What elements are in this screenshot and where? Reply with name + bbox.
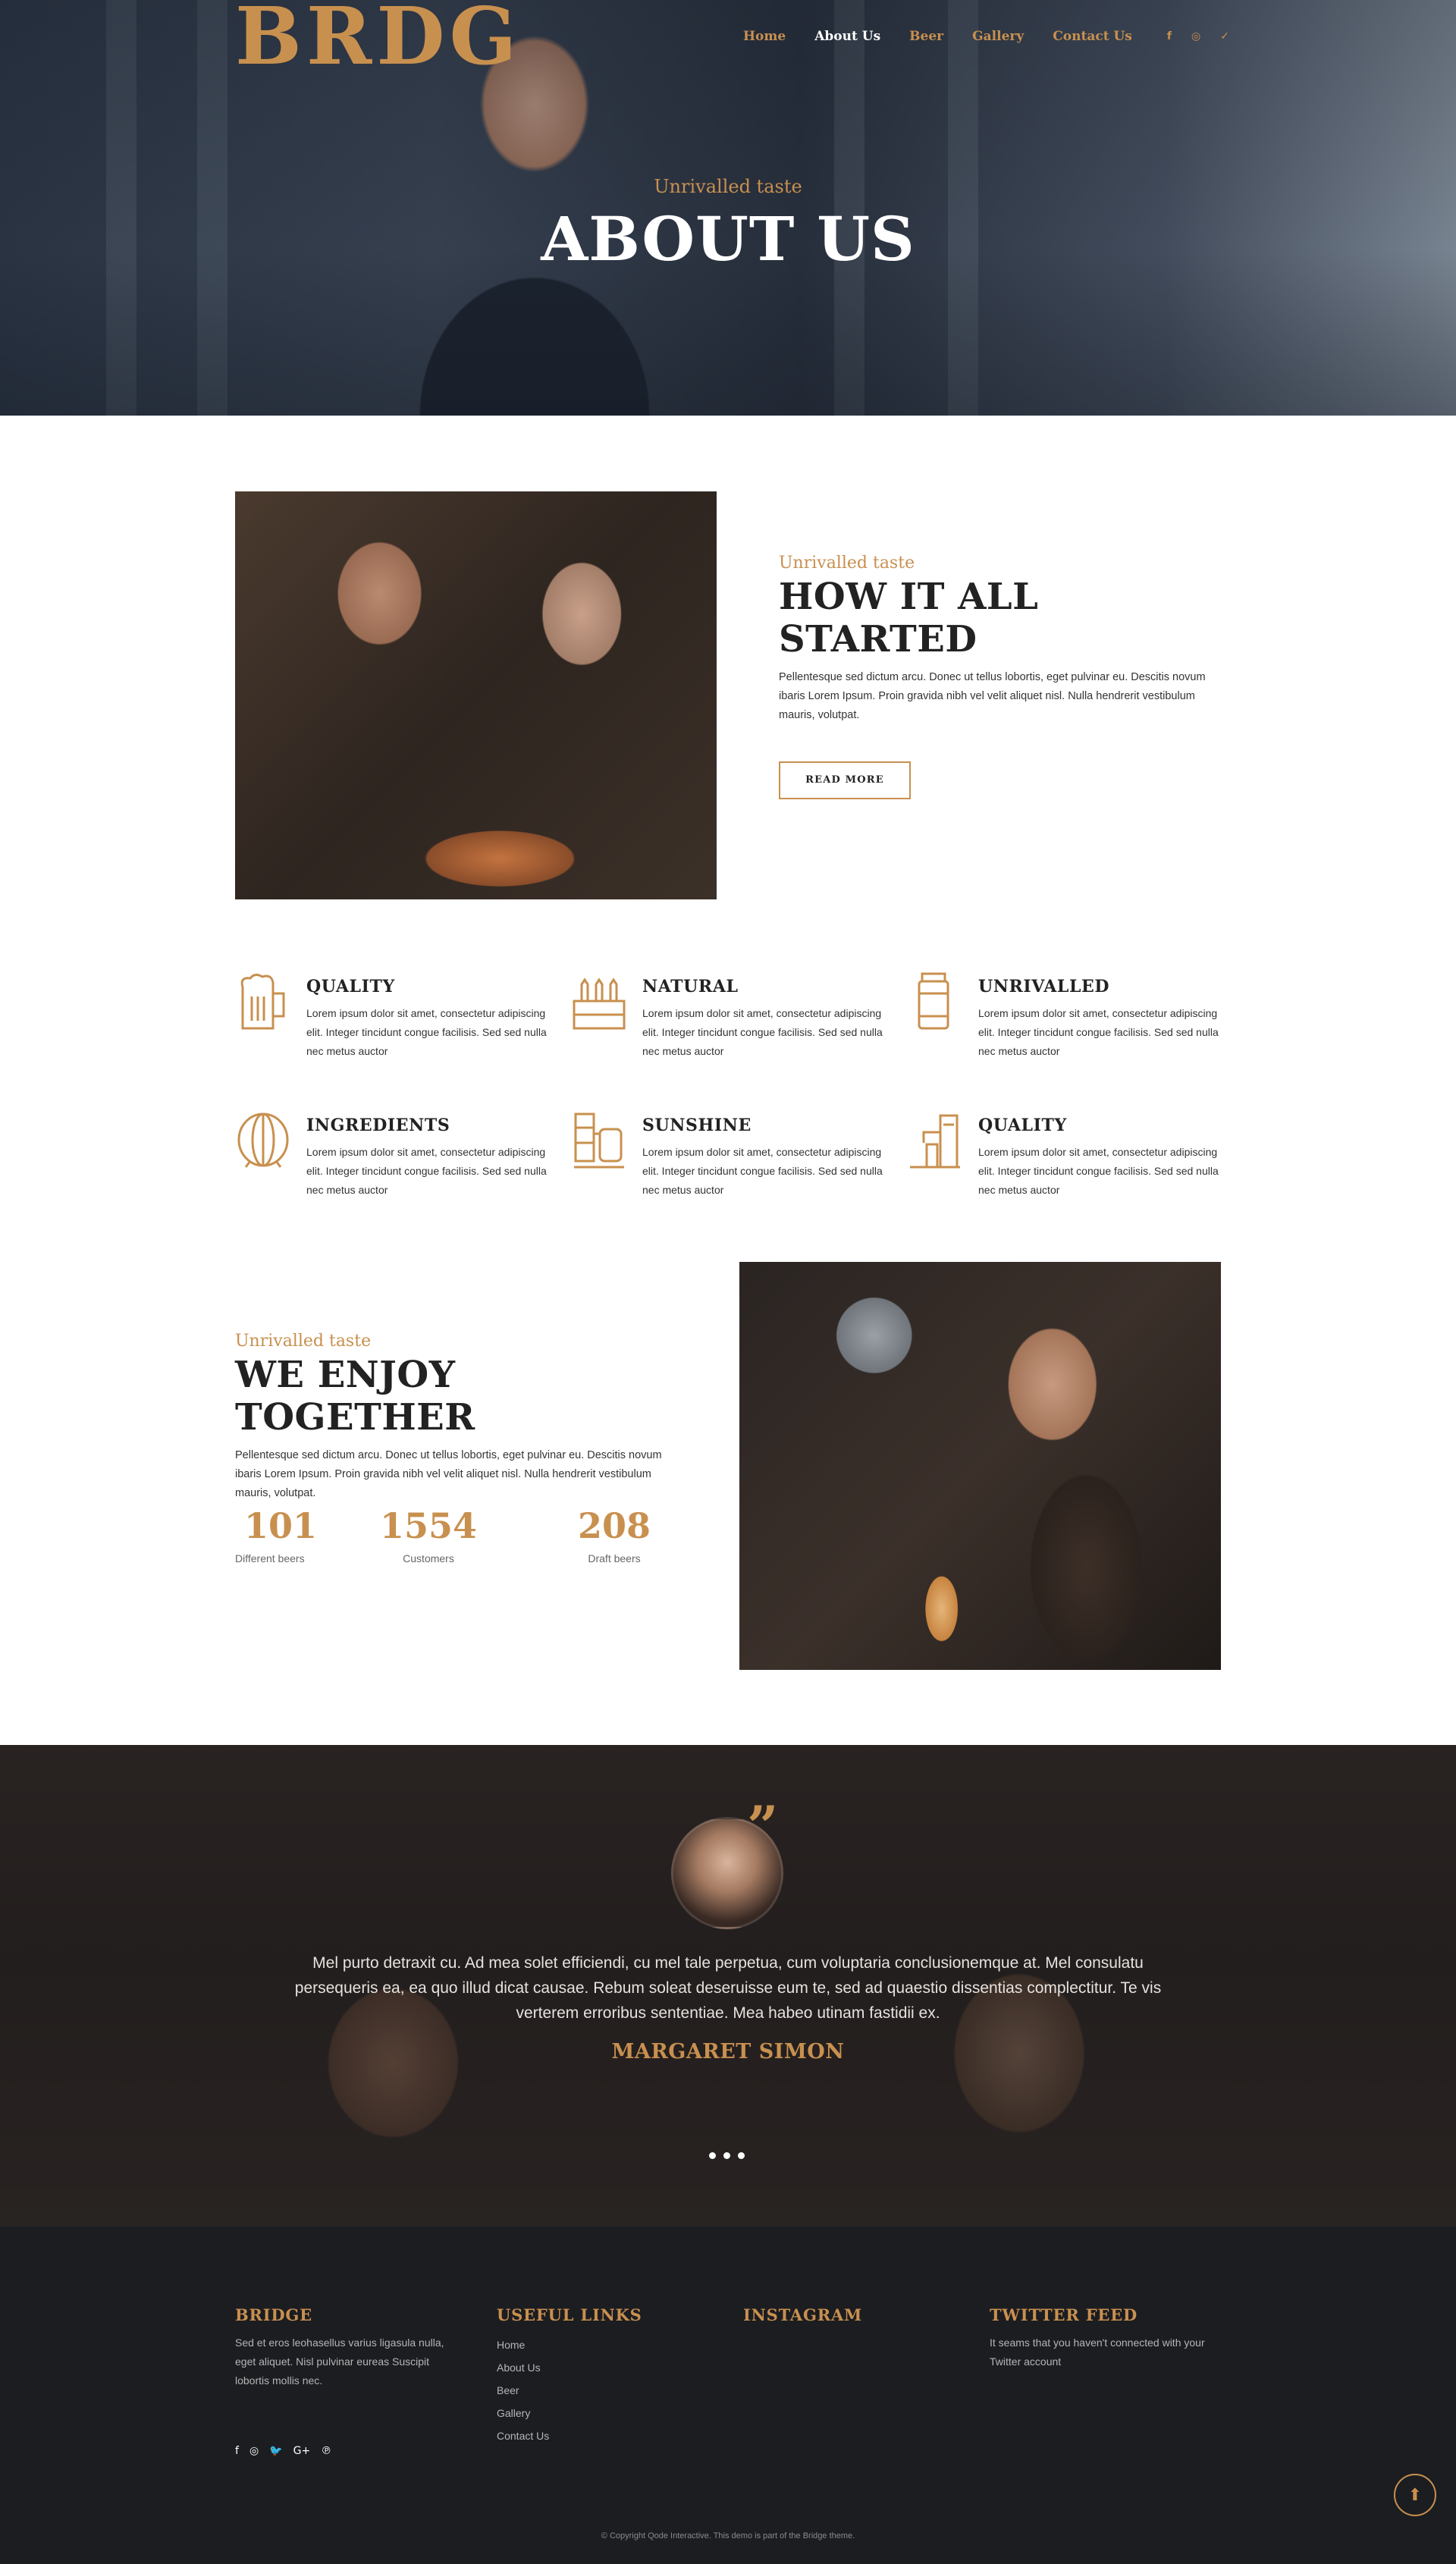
beer-crate-icon [571,971,632,1031]
started-section: Unrivalled taste HOW IT ALL STARTED Pell… [779,554,1222,799]
nav-item-about-us[interactable]: About Us [814,29,880,44]
feature-item: QUALITY Lorem ipsum dolor sit amet, cons… [907,1109,1221,1200]
section-title: WE ENJOY TOGETHER [235,1354,475,1439]
pinterest-icon[interactable]: ℗ [321,2445,331,2457]
feature-item: NATURAL Lorem ipsum dolor sit amet, cons… [571,971,907,1061]
footer-heading: BRIDGE [235,2305,312,2324]
footer-text: It seams that you haven't connected with… [990,2336,1205,2368]
google-plus-icon[interactable]: G+ [293,2445,311,2457]
feature-title: QUALITY [306,977,395,996]
footer-col-links: USEFUL LINKS Home About Us Beer Gallery … [497,2305,694,2447]
facebook-icon[interactable]: f [1167,30,1172,42]
back-to-top-button[interactable]: ⬆ [1394,2474,1436,2516]
quote-icon: ” [747,1794,779,1858]
beer-tap-icon [907,1109,968,1170]
twitter-icon[interactable]: 🐦 [269,2445,282,2457]
hero-subtitle: Unrivalled taste [654,176,802,197]
footer-social-links: f ◎ 🐦 G+ ℗ [235,2445,331,2457]
stat-number: 208 [577,1505,651,1546]
feature-text: Lorem ipsum dolor sit amet, consectetur … [642,1146,883,1196]
feature-item: QUALITY Lorem ipsum dolor sit amet, cons… [235,971,571,1061]
stat-label: Different beers [235,1552,305,1564]
keg-icon [907,971,968,1031]
stat-counter: 1554 Customers [360,1505,497,1564]
footer-text: Sed et eros leohasellus varius ligasula … [235,2336,444,2387]
nav-item-home[interactable]: Home [743,29,786,44]
slider-dot[interactable] [709,2152,716,2159]
footer-link-contact-us[interactable]: Contact Us [497,2424,694,2447]
section-text: Pellentesque sed dictum arcu. Donec ut t… [235,1449,662,1499]
section-title: HOW IT ALL STARTED [779,576,1039,661]
footer-col-bridge: BRIDGE Sed et eros leohasellus varius li… [235,2305,463,2390]
stat-number: 101 [244,1505,318,1546]
site-logo[interactable]: BRDG [235,0,521,76]
footer-heading: TWITTER FEED [990,2305,1138,2324]
footer-heading: USEFUL LINKS [497,2305,642,2324]
footer-heading: INSTAGRAM [743,2305,863,2324]
couple-at-bar-image [235,491,717,899]
feature-item: UNRIVALLED Lorem ipsum dolor sit amet, c… [907,971,1221,1061]
read-more-button[interactable]: READ MORE [779,761,911,799]
hero-banner: BRDG Home About Us Beer Gallery Contact … [0,0,1456,416]
footer-link-gallery[interactable]: Gallery [497,2402,694,2424]
section-text: Pellentesque sed dictum arcu. Donec ut t… [779,671,1206,721]
footer-link-beer[interactable]: Beer [497,2379,694,2402]
main-nav: Home About Us Beer Gallery Contact Us f … [743,29,1229,44]
feature-item: SUNSHINE Lorem ipsum dolor sit amet, con… [571,1109,907,1200]
stats-counters: 101 Different beers 1554 Customers 208 D… [235,1505,682,1564]
feature-text: Lorem ipsum dolor sit amet, consectetur … [978,1007,1219,1057]
stat-label: Draft beers [588,1552,641,1564]
brewery-tanks-icon [571,1109,632,1170]
feature-text: Lorem ipsum dolor sit amet, consectetur … [306,1146,547,1196]
feature-text: Lorem ipsum dolor sit amet, consectetur … [642,1007,883,1057]
barrel-icon [235,1109,296,1170]
footer-link-about-us[interactable]: About Us [497,2356,694,2379]
feature-item: INGREDIENTS Lorem ipsum dolor sit amet, … [235,1109,571,1200]
feature-title: SUNSHINE [642,1116,752,1135]
slider-pagination [709,2152,745,2159]
site-footer [0,2227,1456,2564]
header-social-links: f ◎ ✓ [1167,30,1229,42]
copyright-text: © Copyright Qode Interactive. This demo … [601,2531,855,2540]
nav-item-gallery[interactable]: Gallery [972,29,1024,44]
stat-number: 1554 [379,1505,478,1546]
enjoy-section: Unrivalled taste WE ENJOY TOGETHER Pelle… [235,1332,682,1503]
testimonial-author: MARGARET SIMON [611,2040,845,2063]
feature-text: Lorem ipsum dolor sit amet, consectetur … [306,1007,547,1057]
nav-item-contact-us[interactable]: Contact Us [1053,29,1132,44]
twitter-icon[interactable]: ✓ [1220,30,1229,42]
feature-title: NATURAL [642,977,739,996]
stat-counter: 208 Draft beers [546,1505,682,1564]
feature-title: QUALITY [978,1116,1067,1135]
feature-title: UNRIVALLED [978,977,1110,996]
feature-text: Lorem ipsum dolor sit amet, consectetur … [978,1146,1219,1196]
stat-counter: 101 Different beers [235,1505,318,1564]
section-subtitle: Unrivalled taste [779,554,915,573]
section-subtitle: Unrivalled taste [235,1332,372,1351]
feature-title: INGREDIENTS [306,1116,450,1135]
arrow-up-icon: ⬆ [1407,2485,1423,2505]
page-title: ABOUT US [541,203,915,275]
facebook-icon[interactable]: f [235,2445,239,2457]
beer-mug-icon [235,971,296,1031]
footer-link-home[interactable]: Home [497,2333,694,2356]
footer-link-list: Home About Us Beer Gallery Contact Us [497,2333,694,2447]
slider-dot[interactable] [723,2152,730,2159]
slider-dot[interactable] [738,2152,745,2159]
footer-col-instagram: INSTAGRAM [743,2305,940,2324]
nav-item-beer[interactable]: Beer [909,29,943,44]
stat-label: Customers [403,1552,454,1564]
instagram-icon[interactable]: ◎ [249,2445,259,2457]
testimonial-text: Mel purto detraxit cu. Ad mea solet effi… [294,1954,1162,2022]
features-grid: QUALITY Lorem ipsum dolor sit amet, cons… [235,971,1221,1200]
footer-col-twitter: TWITTER FEED It seams that you haven't c… [990,2305,1221,2371]
bartender-image [739,1262,1221,1670]
instagram-icon[interactable]: ◎ [1191,30,1200,42]
